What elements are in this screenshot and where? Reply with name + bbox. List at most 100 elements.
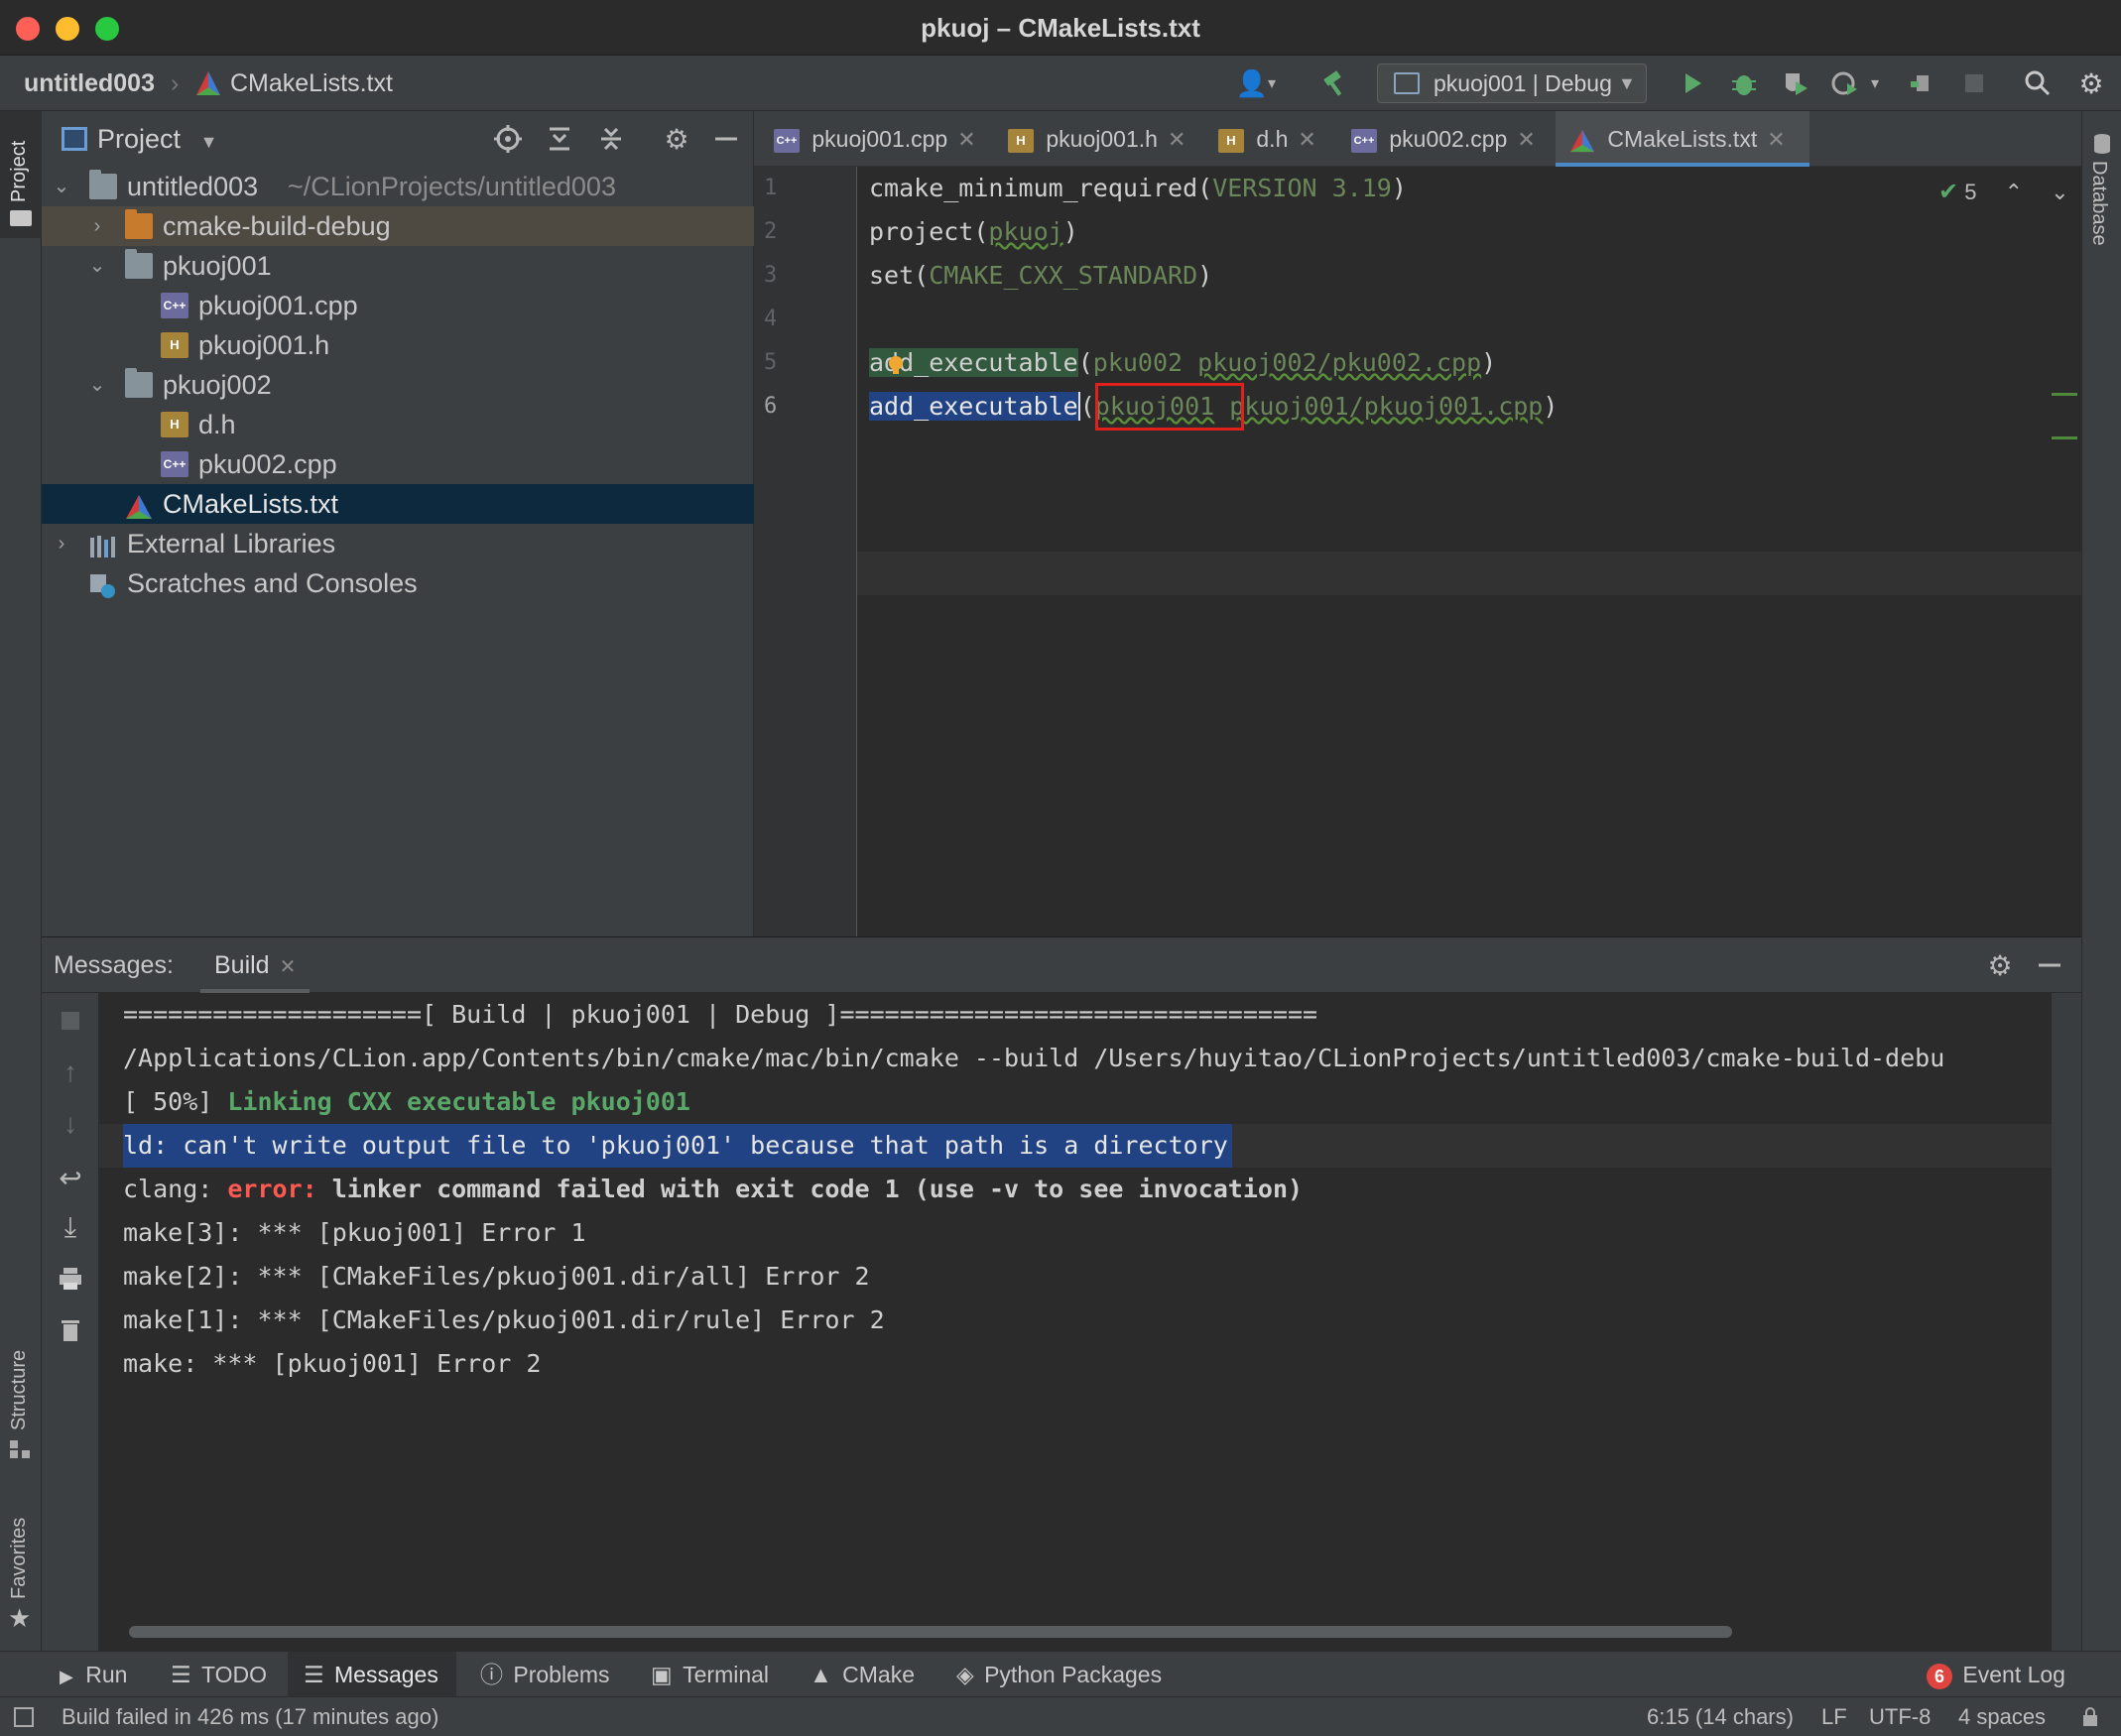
run-icon[interactable]: [1675, 65, 1710, 101]
tab-messages-active[interactable]: ☰ Messages: [288, 1652, 456, 1697]
tab-problems[interactable]: ⓘ Problems: [480, 1652, 610, 1697]
chevron-right-icon[interactable]: ›: [85, 206, 109, 246]
project-view-selector[interactable]: Project ▼: [97, 111, 217, 167]
close-tab-icon[interactable]: ✕: [1298, 127, 1315, 152]
tab-event-log[interactable]: 6 Event Log: [1927, 1652, 2065, 1697]
left-tool-strip: Project Structure Favorites ★: [0, 111, 42, 1651]
tree-item-pkuoj001-cpp[interactable]: C++ pkuoj001.cpp: [42, 286, 754, 325]
chevron-right-icon[interactable]: ›: [50, 524, 73, 563]
tree-item-pkuoj001-h[interactable]: H pkuoj001.h: [42, 325, 754, 365]
intention-bulb-icon[interactable]: [887, 355, 905, 375]
folder-icon: [89, 170, 117, 199]
chevron-down-icon[interactable]: ⌄: [85, 246, 109, 286]
output-text: Linking CXX executable pkuoj001: [227, 1087, 690, 1116]
tab-cmakelists-active[interactable]: CMakeLists.txt ✕: [1556, 111, 1809, 167]
status-message[interactable]: Build failed in 426 ms (17 minutes ago): [62, 1697, 438, 1736]
caret-position[interactable]: 6:15 (14 chars): [1647, 1697, 1794, 1736]
chevron-up-icon[interactable]: ⌃: [2005, 180, 2023, 204]
dropdown-arrow-icon[interactable]: ▾: [1262, 65, 1282, 101]
breadcrumb-project[interactable]: untitled003: [24, 56, 155, 111]
vertical-scrollbar-track[interactable]: [2052, 993, 2081, 1652]
output-line: make[3]: *** [pkuoj001] Error 1: [123, 1218, 586, 1247]
search-icon[interactable]: [2020, 65, 2056, 101]
toggle-tool-windows-icon[interactable]: [14, 1707, 34, 1727]
chevron-down-icon: ▼: [1618, 73, 1636, 93]
inspection-widget[interactable]: ✔ 5 ⌃ ⌄: [1938, 175, 2069, 210]
attach-process-icon[interactable]: [1905, 65, 1940, 101]
tree-item-pku002-cpp[interactable]: C++ pku002.cpp: [42, 444, 754, 484]
close-tab-icon[interactable]: ✕: [280, 956, 297, 978]
code-line-5: add_executable(pku002 pkuoj002/pku002.cp…: [869, 341, 1496, 385]
soft-wrap-icon[interactable]: ↩: [53, 1160, 88, 1195]
hide-panel-minus-icon[interactable]: [708, 121, 744, 157]
tab-label: Messages: [334, 1662, 438, 1687]
tree-item-d-h[interactable]: H d.h: [42, 405, 754, 444]
debug-bug-icon[interactable]: [1726, 65, 1762, 101]
panel-settings-gear-icon[interactable]: ⚙: [659, 121, 694, 157]
file-encoding[interactable]: UTF-8: [1869, 1697, 1931, 1736]
tree-item-pkuoj002-folder[interactable]: ⌄ pkuoj002: [42, 365, 754, 405]
tab-run[interactable]: ▶ Run: [60, 1652, 127, 1697]
breadcrumb-file[interactable]: CMakeLists.txt: [230, 56, 393, 111]
trash-icon[interactable]: [53, 1312, 88, 1348]
tab-pkuoj001-cpp[interactable]: C++ pkuoj001.cpp ✕: [774, 111, 976, 167]
output-line-selected[interactable]: ld: can't write output file to 'pkuoj001…: [123, 1124, 1232, 1168]
run-configuration-selector[interactable]: pkuoj001 | Debug ▼: [1377, 63, 1647, 103]
tab-build[interactable]: Build ✕: [200, 937, 311, 993]
tree-item-cmakelists[interactable]: CMakeLists.txt: [42, 484, 754, 524]
print-icon[interactable]: [53, 1261, 88, 1297]
output-line: make: *** [pkuoj001] Error 2: [123, 1349, 542, 1378]
database-icon: [2092, 133, 2112, 155]
tab-cmake[interactable]: ▲ CMake: [810, 1652, 915, 1697]
close-tab-icon[interactable]: ✕: [957, 127, 975, 152]
tab-d-h[interactable]: H d.h ✕: [1218, 111, 1316, 167]
settings-gear-icon[interactable]: ⚙: [1982, 947, 2018, 983]
tab-python-packages[interactable]: ◈ Python Packages: [956, 1652, 1162, 1697]
tab-pkuoj001-h[interactable]: H pkuoj001.h ✕: [1008, 111, 1185, 167]
coverage-icon[interactable]: [1778, 65, 1813, 101]
favorites-tool-label[interactable]: Favorites: [8, 1518, 31, 1599]
expand-all-icon[interactable]: [542, 121, 577, 157]
settings-gear-icon[interactable]: ⚙: [2073, 65, 2109, 101]
indent-setting[interactable]: 4 spaces: [1958, 1697, 2046, 1736]
previous-message-arrow-icon[interactable]: ↑: [53, 1054, 88, 1090]
chevron-down-icon[interactable]: ⌄: [2051, 180, 2068, 204]
tab-pku002-cpp[interactable]: C++ pku002.cpp ✕: [1351, 111, 1536, 167]
project-tool-button[interactable]: Project: [0, 111, 42, 238]
locate-target-icon[interactable]: [490, 121, 526, 157]
close-tab-icon[interactable]: ✕: [1517, 127, 1535, 152]
project-panel: Project ▼ ⚙ ⌄ untitled003 ~/CLionProject…: [42, 111, 754, 936]
build-hammer-icon[interactable]: [1317, 65, 1353, 101]
tab-todo[interactable]: ☰ TODO: [171, 1652, 267, 1697]
stop-icon[interactable]: [53, 1003, 88, 1039]
chevron-down-icon[interactable]: ⌄: [50, 167, 73, 206]
line-separator[interactable]: LF: [1821, 1697, 1847, 1736]
tab-terminal[interactable]: ▣ Terminal: [651, 1652, 769, 1697]
next-message-arrow-icon[interactable]: ↓: [53, 1106, 88, 1142]
more-run-options-chevron-icon[interactable]: ▾: [1865, 65, 1885, 101]
collapse-all-icon[interactable]: [593, 121, 629, 157]
tab-label: Run: [85, 1662, 128, 1687]
code-editor[interactable]: 1 2 3 4 5 6 cmake_minimum_required(VERSI…: [754, 167, 2081, 936]
lock-icon[interactable]: [2081, 1707, 2099, 1727]
code-line-2: project(pkuoj): [869, 210, 1078, 254]
scroll-to-end-icon[interactable]: ⤓: [53, 1209, 88, 1245]
hide-panel-minus-icon[interactable]: [2032, 947, 2067, 983]
tab-label: pkuoj001.cpp: [811, 126, 948, 152]
structure-tool-label[interactable]: Structure: [8, 1350, 31, 1430]
chevron-down-icon[interactable]: ⌄: [85, 365, 109, 405]
profile-icon[interactable]: [1827, 65, 1863, 101]
tree-item-external-libraries[interactable]: › External Libraries: [42, 524, 754, 563]
tree-item-pkuoj001-folder[interactable]: ⌄ pkuoj001: [42, 246, 754, 286]
tree-item-cmake-build-debug[interactable]: › cmake-build-debug: [42, 206, 754, 246]
stop-icon[interactable]: [1956, 65, 1992, 101]
close-tab-icon[interactable]: ✕: [1767, 127, 1785, 152]
library-icon: [89, 531, 117, 558]
output-line: clang: error: linker command failed with…: [123, 1168, 1303, 1211]
horizontal-scrollbar[interactable]: [129, 1626, 1732, 1638]
line-number-gutter: 1 2 3 4 5 6: [754, 167, 857, 936]
close-tab-icon[interactable]: ✕: [1168, 127, 1185, 152]
tree-root-untitled003[interactable]: ⌄ untitled003 ~/CLionProjects/untitled00…: [42, 167, 754, 206]
database-tool-button[interactable]: Database: [2082, 161, 2121, 270]
tree-item-scratches[interactable]: Scratches and Consoles: [42, 563, 754, 603]
